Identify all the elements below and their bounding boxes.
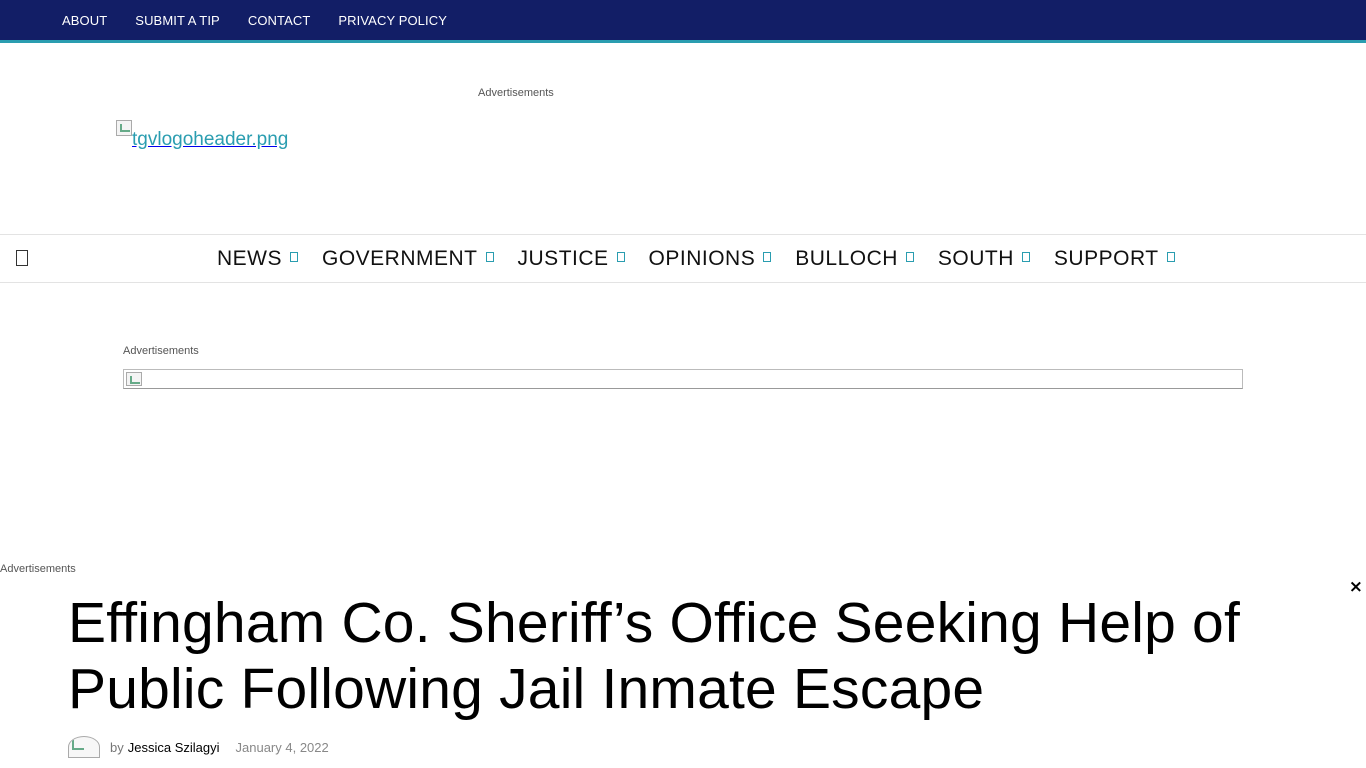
top-nav-privacy-policy[interactable]: PRIVACY POLICY xyxy=(338,13,447,28)
nav-item-label: JUSTICE xyxy=(517,246,609,270)
nav-item-opinions[interactable]: OPINIONS xyxy=(649,247,772,271)
top-nav-submit-tip[interactable]: SUBMIT A TIP xyxy=(135,13,220,28)
nav-item-support[interactable]: SUPPORT xyxy=(1054,247,1175,271)
top-nav-about[interactable]: ABOUT xyxy=(62,13,107,28)
article-meta: by Jessica Szilagyi January 4, 2022 xyxy=(68,733,329,761)
nav-item-justice[interactable]: JUSTICE xyxy=(518,247,625,271)
main-nav-items: NEWS GOVERNMENT JUSTICE OPINIONS BULLOCH… xyxy=(217,235,1199,282)
ad-label-middle: Advertisements xyxy=(123,345,199,357)
nav-item-label: BULLOCH xyxy=(795,246,898,270)
top-bar: ABOUT SUBMIT A TIP CONTACT PRIVACY POLIC… xyxy=(0,0,1366,40)
broken-image-icon xyxy=(126,372,142,386)
article-title: Effingham Co. Sheriff’s Office Seeking H… xyxy=(68,591,1240,721)
top-bar-accent-line xyxy=(0,40,1366,43)
nav-item-label: SUPPORT xyxy=(1053,246,1159,270)
page: ABOUT SUBMIT A TIP CONTACT PRIVACY POLIC… xyxy=(0,0,1366,768)
top-nav: ABOUT SUBMIT A TIP CONTACT PRIVACY POLIC… xyxy=(62,0,475,40)
top-nav-contact[interactable]: CONTACT xyxy=(248,13,311,28)
chevron-down-icon xyxy=(616,251,625,262)
nav-item-label: OPINIONS xyxy=(648,246,756,270)
nav-item-label: SOUTH xyxy=(937,246,1014,270)
nav-item-label: NEWS xyxy=(217,246,282,270)
hamburger-icon[interactable] xyxy=(16,250,28,266)
publish-date: January 4, 2022 xyxy=(235,739,329,755)
chevron-down-icon xyxy=(485,251,494,262)
nav-item-label: GOVERNMENT xyxy=(322,246,478,270)
broken-image-icon xyxy=(116,120,132,136)
site-logo[interactable]: tgvlogoheader.png xyxy=(116,120,288,160)
ad-banner[interactable] xyxy=(123,369,1243,389)
ad-label-bottom: Advertisements xyxy=(0,563,76,575)
chevron-down-icon xyxy=(290,251,298,262)
chevron-down-icon xyxy=(905,251,914,262)
main-nav: NEWS GOVERNMENT JUSTICE OPINIONS BULLOCH… xyxy=(0,234,1366,283)
chevron-down-icon xyxy=(1166,251,1175,262)
chevron-down-icon xyxy=(763,251,772,262)
ad-label-header: Advertisements xyxy=(478,87,554,99)
nav-item-news[interactable]: NEWS xyxy=(217,247,298,271)
close-ad-button[interactable]: × xyxy=(1349,577,1363,597)
nav-item-south[interactable]: SOUTH xyxy=(938,247,1030,271)
author-avatar[interactable] xyxy=(68,736,100,758)
byline-prefix: by xyxy=(110,739,124,755)
logo-alt-text: tgvlogoheader.png xyxy=(132,129,289,150)
chevron-down-icon xyxy=(1021,251,1030,262)
nav-item-government[interactable]: GOVERNMENT xyxy=(322,247,494,271)
nav-item-bulloch[interactable]: BULLOCH xyxy=(795,247,914,271)
author-link[interactable]: Jessica Szilagyi xyxy=(128,740,220,755)
